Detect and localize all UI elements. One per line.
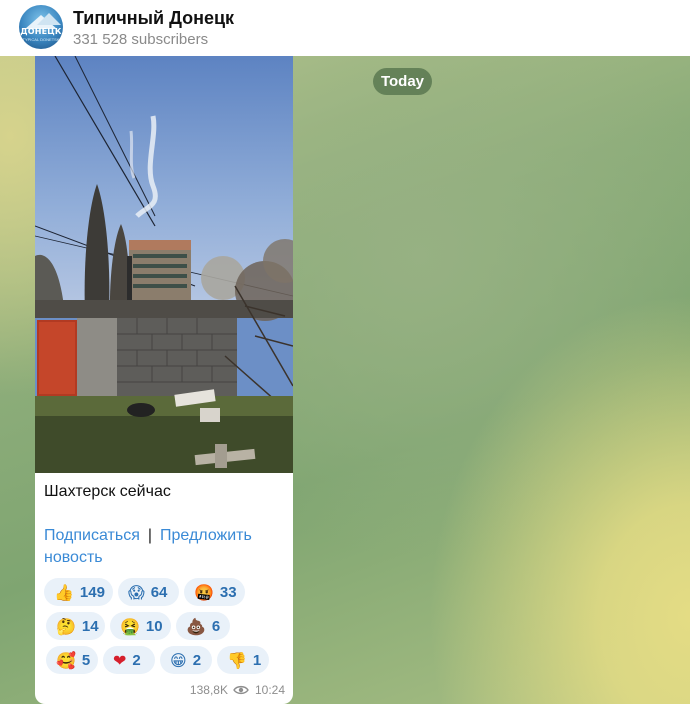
reaction-count: 2 (132, 651, 141, 669)
chat-header[interactable]: ДОНЕЦК TYPICAL DONETSK Типичный Донецк 3… (0, 0, 690, 56)
subscriber-count: 331 528 subscribers (73, 31, 209, 48)
reaction-count: 5 (81, 651, 91, 669)
avatar-logo-text: ДОНЕЦК (20, 27, 62, 36)
cursing-face-icon: 🤬 (194, 582, 214, 602)
reaction-vomiting[interactable]: 🤮 10 (110, 612, 171, 640)
view-count: 138,8K (189, 683, 228, 697)
reaction-count: 10 (145, 617, 163, 635)
avatar-logo-subtext: TYPICAL DONETSK (22, 37, 60, 42)
reaction-count: 149 (79, 583, 105, 601)
reaction-poo[interactable]: 💩 6 (176, 612, 230, 640)
reaction-cursing[interactable]: 🤬 33 (184, 578, 245, 606)
post-links: Подписаться | Предложить новость (44, 525, 289, 569)
reaction-thumbs-up[interactable]: 👍 149 (44, 578, 113, 606)
screaming-face-icon: 😱 (128, 582, 145, 602)
reaction-red-heart[interactable]: ❤ 2 (103, 646, 155, 674)
reaction-count: 1 (252, 651, 262, 669)
avatar-mountain-shape-back (37, 13, 61, 25)
photo-scene (35, 56, 293, 473)
post-time: 10:24 (254, 683, 285, 697)
vomiting-face-icon: 🤮 (120, 616, 140, 636)
reaction-count: 6 (211, 617, 221, 635)
subscribe-link[interactable]: Подписаться (44, 527, 140, 544)
channel-avatar[interactable]: ДОНЕЦК TYPICAL DONETSK (19, 5, 63, 49)
date-separator: Today (373, 68, 432, 95)
reaction-thumbs-down[interactable]: 👎 1 (217, 646, 269, 674)
pile-of-poo-icon: 💩 (186, 616, 206, 636)
reaction-count: 14 (81, 617, 99, 635)
thinking-face-icon: 🤔 (56, 616, 76, 636)
post-meta: 138,8K 10:24 (190, 683, 285, 697)
reaction-hearts-face[interactable]: 🥰 5 (46, 646, 98, 674)
thumbs-up-icon: 👍 (54, 582, 74, 602)
thumbs-down-icon: 👎 (227, 650, 247, 670)
post-caption: Шахтерск сейчас (44, 483, 171, 500)
reaction-grinning[interactable]: 😁 2 (160, 646, 212, 674)
reaction-thinking[interactable]: 🤔 14 (46, 612, 105, 640)
link-separator: | (147, 527, 153, 544)
grinning-face-icon: 😁 (170, 650, 187, 670)
channel-title[interactable]: Типичный Донецк (73, 8, 234, 29)
channel-post[interactable]: Шахтерск сейчас Подписаться | Предложить н… (35, 56, 293, 704)
eye-icon (233, 685, 249, 695)
smiling-face-hearts-icon: 🥰 (56, 650, 76, 670)
red-heart-icon: ❤ (113, 650, 127, 670)
post-photo[interactable] (35, 56, 293, 473)
reaction-screaming[interactable]: 😱 64 (118, 578, 179, 606)
reaction-count: 2 (192, 651, 202, 669)
reaction-count: 64 (150, 583, 168, 601)
reaction-count: 33 (219, 583, 237, 601)
